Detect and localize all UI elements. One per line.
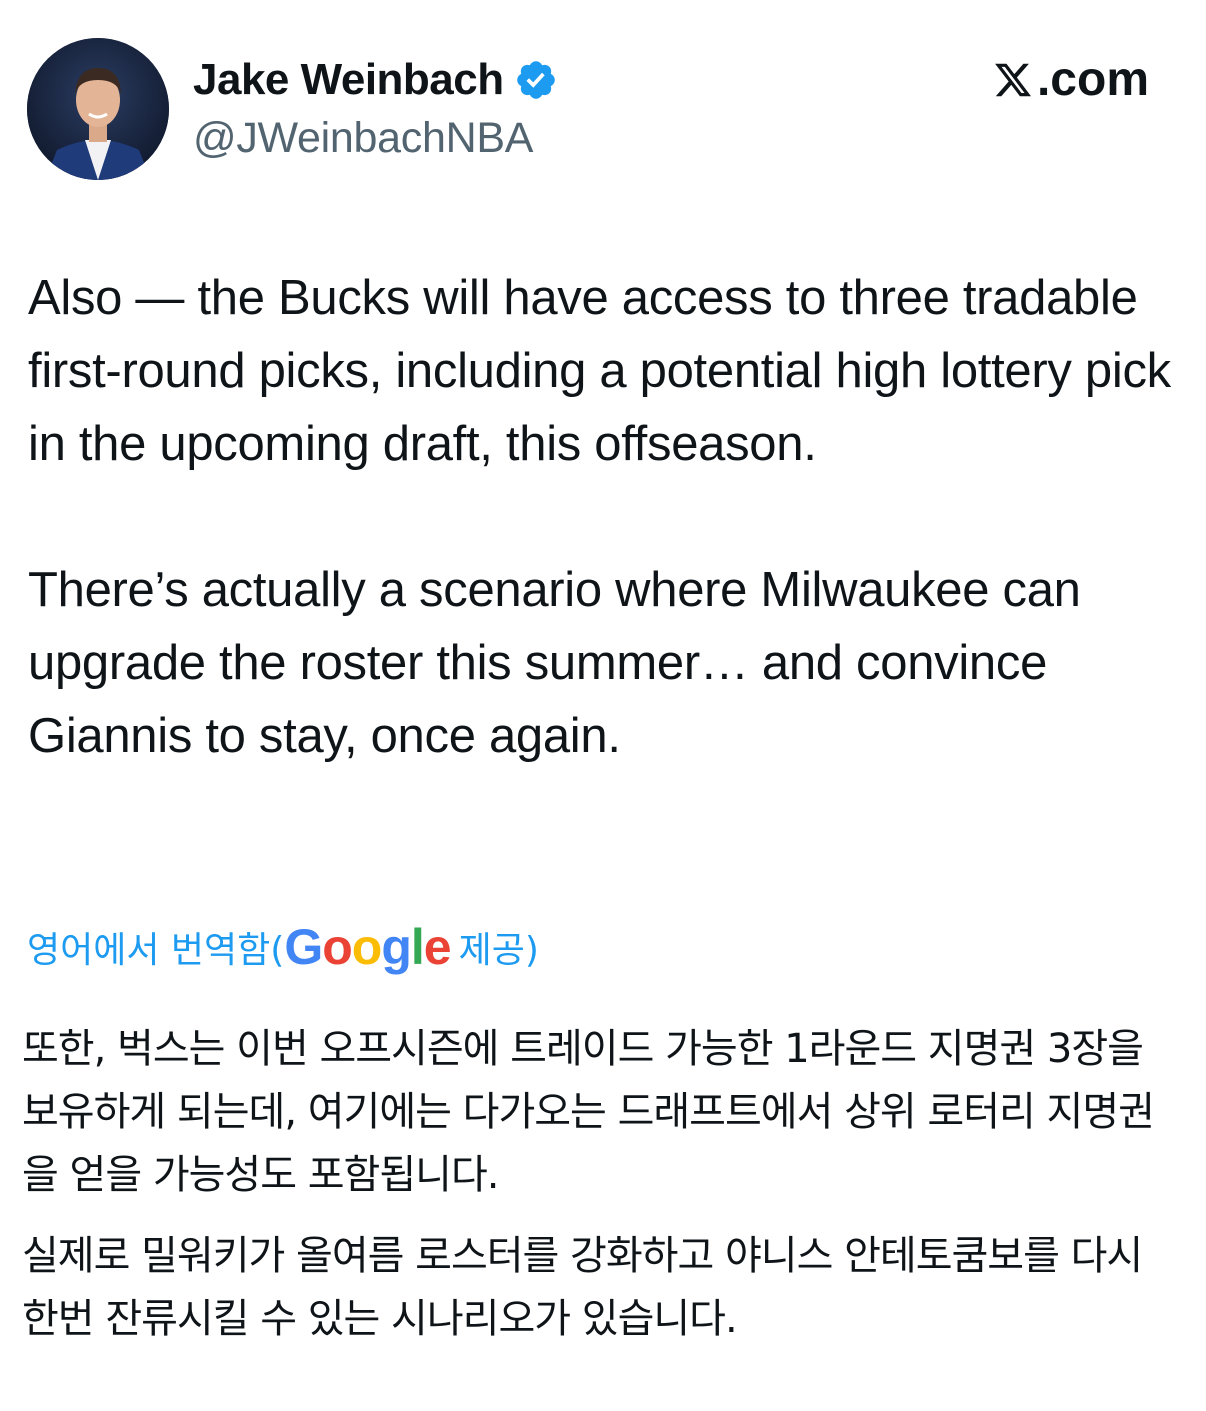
tweet-paragraph: There’s actually a scenario where Milwau… [28, 563, 1081, 763]
avatar[interactable] [27, 38, 169, 180]
translated-text: 또한, 벅스는 이번 오프시즌에 트레이드 가능한 1라운드 지명권 3장을 보… [22, 1018, 1187, 1351]
google-letter: l [410, 919, 425, 975]
google-letter: o [351, 919, 383, 975]
google-letter: o [322, 919, 353, 975]
google-letter: G [284, 919, 323, 975]
translated-paragraph: 또한, 벅스는 이번 오프시즌에 트레이드 가능한 1라운드 지명권 3장을 보… [22, 1026, 1155, 1198]
author-row: Jake Weinbach [193, 52, 558, 108]
tweet-text: Also — the Bucks will have access to thr… [28, 262, 1188, 773]
translation-label: 영어에서 번역함( [27, 930, 285, 971]
google-logo: Google [284, 918, 452, 976]
google-letter: e [423, 919, 452, 975]
brand-domain: .com [1036, 53, 1149, 106]
translated-paragraph: 실제로 밀워키가 올여름 로스터를 강화하고 야니스 안테토쿰보를 다시 한번 … [22, 1233, 1143, 1342]
translation-attribution[interactable]: 영어에서 번역함( Google 제공) [27, 918, 539, 976]
author-name[interactable]: Jake Weinbach [193, 55, 504, 105]
author-handle[interactable]: @JWeinbachNBA [193, 114, 533, 163]
x-logo-icon [995, 63, 1032, 96]
translation-label-suffix: 제공) [458, 930, 539, 971]
brand-mark: .com [993, 52, 1149, 107]
verified-badge-icon [516, 61, 555, 99]
google-letter: g [381, 919, 412, 975]
tweet-paragraph: Also — the Bucks will have access to thr… [28, 271, 1171, 471]
